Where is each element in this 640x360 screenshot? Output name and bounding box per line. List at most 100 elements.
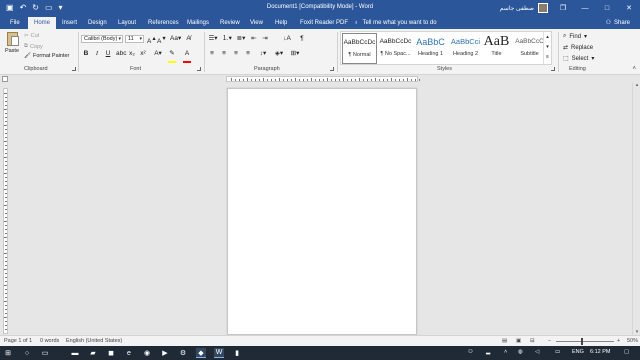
read-mode-icon[interactable]: ▤ — [502, 338, 507, 345]
edge-icon[interactable]: e — [124, 348, 134, 358]
pdf-icon[interactable]: ▮ — [232, 348, 242, 358]
tray-people-icon[interactable]: ⚇ — [468, 349, 473, 355]
vertical-scrollbar[interactable]: ▴ ▾ — [632, 82, 640, 335]
tab-selector[interactable] — [2, 76, 8, 82]
align-right-icon[interactable]: ≡ — [232, 50, 240, 58]
sort-icon[interactable]: ↓A — [283, 35, 291, 43]
multilevel-list-icon[interactable]: ≣▾ — [236, 35, 246, 43]
highlight-color-icon[interactable]: ✎ — [167, 50, 177, 63]
zoom-slider-thumb[interactable] — [581, 338, 583, 345]
strikethrough-icon[interactable]: abc — [116, 50, 126, 58]
app-icon[interactable]: ◆ — [196, 348, 206, 358]
document-page[interactable] — [227, 88, 417, 335]
input-language[interactable]: ENG — [572, 349, 584, 355]
font-launcher-icon[interactable] — [197, 67, 201, 71]
styles-scrollbar[interactable]: ▴ ▾ ≡ — [543, 32, 551, 64]
maximize-button[interactable]: □ — [596, 0, 618, 16]
chevron-up-icon[interactable]: ▴ — [544, 32, 551, 42]
action-center-icon[interactable]: ▢ — [624, 349, 629, 355]
language-status[interactable]: English (United States) — [66, 338, 122, 345]
style-subtitle[interactable]: AaBbCcC Subtitle — [512, 33, 547, 64]
ribbon-display-options-icon[interactable]: ❐ — [552, 0, 574, 16]
tab-references[interactable]: References — [144, 17, 183, 29]
font-name-select[interactable]: Calibri (Body) ▾ — [81, 35, 123, 43]
style-heading-1[interactable]: AaBbC Heading 1 — [413, 33, 448, 64]
change-case-icon[interactable]: Aa▾ — [170, 35, 181, 43]
zoom-out-icon[interactable]: − — [548, 338, 551, 345]
zoom-in-icon[interactable]: + — [617, 338, 620, 345]
tab-foxit-reader-pdf[interactable]: Foxit Reader PDF — [296, 17, 352, 29]
scroll-up-icon[interactable]: ▴ — [633, 82, 640, 88]
find-button[interactable]: ⌕ Find ▾ — [563, 33, 587, 40]
style-title[interactable]: AaB Title — [479, 33, 514, 64]
media-icon[interactable]: ▶ — [160, 348, 170, 358]
copy-button[interactable]: ⧉ Copy — [24, 43, 43, 50]
align-center-icon[interactable]: ≡ — [220, 50, 228, 58]
close-button[interactable]: ✕ — [618, 0, 640, 16]
paste-button[interactable]: Paste — [4, 32, 20, 62]
share-label[interactable]: Share — [614, 17, 630, 29]
clock[interactable]: 6:12 PM — [590, 349, 610, 355]
tray-network-icon[interactable]: ▂ — [486, 349, 490, 355]
tab-mailings[interactable]: Mailings — [183, 17, 213, 29]
zoom-slider[interactable] — [556, 341, 614, 342]
web-layout-icon[interactable]: ⊟ — [530, 338, 535, 345]
chrome-icon[interactable]: ◉ — [142, 348, 152, 358]
page-count[interactable]: Page 1 of 1 — [4, 338, 32, 345]
task-view-icon[interactable]: ▭ — [40, 348, 50, 358]
superscript-icon[interactable]: x² — [139, 50, 147, 58]
increase-indent-icon[interactable]: ⇥ — [261, 35, 269, 43]
settings-icon[interactable]: ⚙ — [178, 348, 188, 358]
word-count[interactable]: 0 words — [40, 338, 59, 345]
chevron-down-icon[interactable]: ▾ — [544, 42, 551, 52]
style-no-spacing[interactable]: AaBbCcDc ¶ No Spac... — [378, 33, 413, 64]
horizontal-ruler[interactable] — [226, 76, 420, 82]
avatar[interactable] — [538, 3, 548, 13]
bullets-icon[interactable]: ☰▾ — [208, 35, 218, 43]
text-effects-icon[interactable]: A▾ — [153, 50, 163, 58]
zoom-level[interactable]: 50% — [627, 338, 638, 345]
replace-button[interactable]: ⇄ Replace — [563, 44, 593, 52]
clear-formatting-icon[interactable]: A̸ — [184, 35, 193, 43]
tray-battery-icon[interactable]: ▭ — [555, 349, 560, 355]
tab-file[interactable]: File — [6, 17, 24, 29]
style-normal[interactable]: AaBbCcDc ¶ Normal — [342, 33, 377, 64]
tab-design[interactable]: Design — [84, 17, 111, 29]
paragraph-launcher-icon[interactable] — [330, 67, 334, 71]
tab-layout[interactable]: Layout — [114, 17, 140, 29]
collapse-ribbon-icon[interactable]: ˄ — [632, 66, 636, 72]
tab-review[interactable]: Review — [216, 17, 244, 29]
search-icon[interactable]: ○ — [22, 348, 32, 358]
word-icon[interactable]: W — [214, 348, 224, 358]
numbering-icon[interactable]: ⒈▾ — [222, 35, 232, 43]
decrease-indent-icon[interactable]: ⇤ — [250, 35, 258, 43]
tab-home[interactable]: Home — [28, 17, 56, 29]
show-hide-icon[interactable]: ¶ — [298, 35, 306, 43]
tell-me-search[interactable]: ♁ Tell me what you want to do — [354, 17, 437, 29]
print-layout-icon[interactable]: ▣ — [516, 338, 521, 345]
shrink-font-icon[interactable]: A▼ — [157, 35, 167, 45]
line-spacing-icon[interactable]: ↕▾ — [258, 50, 268, 58]
bold-icon[interactable]: B — [82, 50, 90, 58]
font-size-select[interactable]: 11 ▾ — [125, 35, 144, 43]
store-icon[interactable]: ◼ — [106, 348, 116, 358]
grow-font-icon[interactable]: A▲ — [147, 35, 157, 45]
subscript-icon[interactable]: x₂ — [128, 50, 136, 58]
styles-launcher-icon[interactable] — [551, 67, 555, 71]
more-styles-icon[interactable]: ≡ — [544, 52, 551, 62]
font-color-icon[interactable]: A — [182, 50, 192, 63]
tell-me-text[interactable]: Tell me what you want to do — [363, 20, 437, 26]
select-button[interactable]: ⬚ Select ▾ — [563, 55, 594, 63]
user-name[interactable]: ﺻﻄﻔﻰ ﺟﺎﺳﻢ — [500, 5, 534, 12]
folder-icon[interactable]: ▰ — [88, 348, 98, 358]
shading-icon[interactable]: ◈▾ — [274, 50, 284, 58]
tray-notification-icon[interactable]: ◍ — [518, 349, 523, 355]
clipboard-launcher-icon[interactable] — [72, 67, 76, 71]
borders-icon[interactable]: ⊞▾ — [290, 50, 300, 58]
file-explorer-icon[interactable]: ▬ — [70, 348, 80, 358]
format-painter-button[interactable]: 🖌 Format Painter — [24, 53, 69, 59]
tab-insert[interactable]: Insert — [58, 17, 81, 29]
tray-chevron-icon[interactable]: ˄ — [504, 349, 507, 355]
minimize-button[interactable]: — — [574, 0, 596, 16]
style-heading-2[interactable]: AaBbCci Heading 2 — [448, 33, 483, 64]
